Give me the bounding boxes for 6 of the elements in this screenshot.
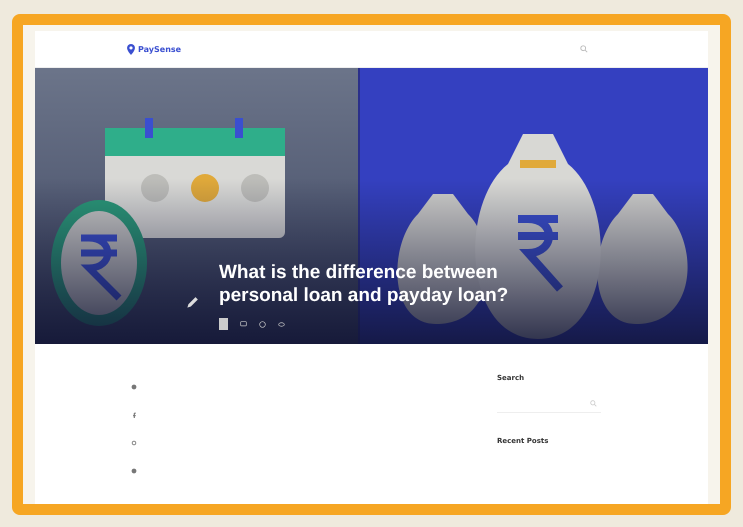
location-pin-icon [127,44,135,54]
logo-text[interactable]: PaySense [138,44,182,54]
pencil-icon [185,296,199,310]
facebook-icon[interactable] [131,412,137,418]
author-avatar [219,318,228,330]
post-title: What is the difference between personal loan and payday loan? [219,262,509,308]
